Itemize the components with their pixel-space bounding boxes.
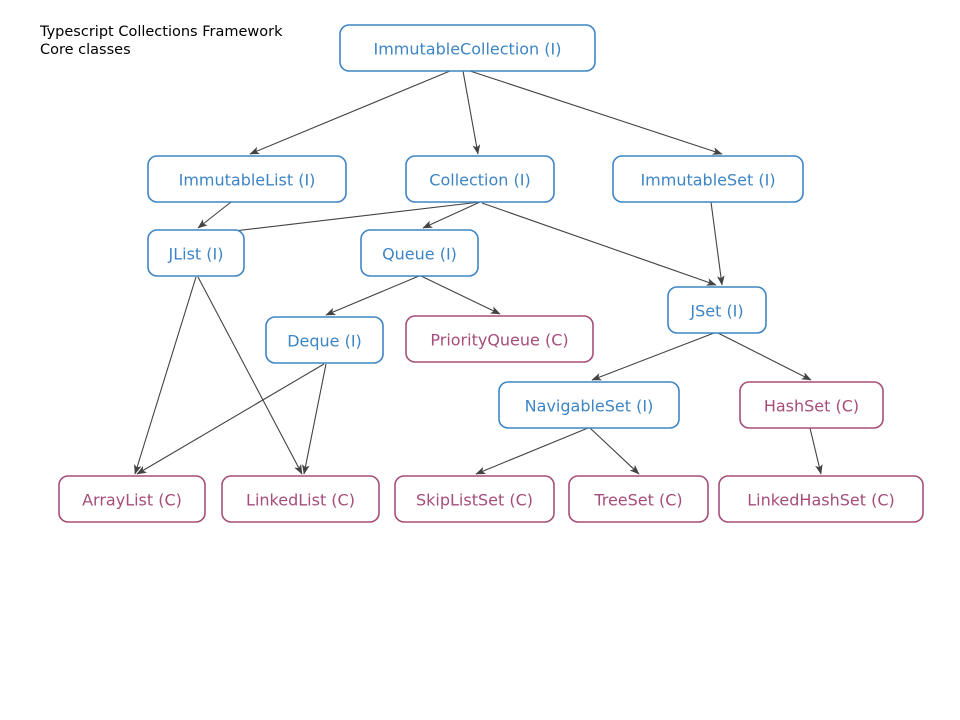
edge-queue-to-deque	[325, 275, 420, 316]
edge-immutablecollection-to-immutablelist	[249, 70, 451, 155]
node-label: LinkedList (C)	[246, 491, 355, 510]
node-label: PriorityQueue (C)	[430, 331, 568, 350]
edge-immutablelist-to-jlist	[197, 201, 232, 229]
node-linkedlist[interactable]: LinkedList (C)	[221, 475, 380, 523]
node-label: JList (I)	[168, 245, 224, 264]
edge-queue-to-priorityqueue	[420, 275, 501, 315]
node-label: SkipListSet (C)	[416, 491, 533, 510]
node-label: Queue (I)	[382, 245, 457, 264]
node-label: HashSet (C)	[764, 397, 859, 416]
class-diagram: ImmutableCollection (I) ImmutableList (I)…	[39, 24, 924, 523]
node-label: JSet (I)	[689, 302, 743, 321]
node-linkedhashset[interactable]: LinkedHashSet (C)	[718, 475, 924, 523]
node-priorityqueue[interactable]: PriorityQueue (C)	[405, 315, 594, 363]
nodes-layer: ImmutableCollection (I) ImmutableList (I)…	[58, 24, 924, 523]
node-arraylist[interactable]: ArrayList (C)	[58, 475, 206, 523]
node-hashset[interactable]: HashSet (C)	[739, 381, 884, 429]
node-label: ImmutableList (I)	[179, 171, 316, 190]
diagram-title-line-2: Core classes	[40, 42, 131, 58]
node-label: Deque (I)	[287, 332, 362, 351]
edge-navigableset-to-skiplistset	[475, 427, 589, 475]
edge-jlist-to-linkedlist	[197, 276, 303, 475]
node-collection[interactable]: Collection (I)	[405, 155, 555, 203]
node-immutablelist[interactable]: ImmutableList (I)	[147, 155, 347, 203]
node-immutableset[interactable]: ImmutableSet (I)	[612, 155, 804, 203]
edge-immutablecollection-to-collection	[462, 70, 481, 155]
node-queue[interactable]: Queue (I)	[360, 229, 479, 277]
node-treeset[interactable]: TreeSet (C)	[568, 475, 709, 523]
edge-immutablecollection-to-immutableset	[469, 70, 723, 155]
node-label: LinkedHashSet (C)	[747, 491, 895, 510]
node-jlist[interactable]: JList (I)	[147, 229, 245, 277]
node-deque[interactable]: Deque (I)	[265, 316, 384, 364]
edge-deque-to-linkedlist	[302, 363, 327, 475]
edge-jset-to-hashset	[717, 332, 812, 381]
diagram-canvas-root: ImmutableCollection (I) ImmutableList (I)…	[0, 0, 960, 720]
node-label: ArrayList (C)	[82, 491, 182, 510]
edge-navigableset-to-treeset	[589, 427, 640, 475]
edge-jset-to-navigableset	[591, 332, 715, 381]
diagram-title-line-1: Typescript Collections Framework	[39, 24, 283, 40]
edge-hashset-to-linkedhashset	[809, 427, 823, 475]
edge-immutableset-to-jset	[710, 201, 725, 286]
edge-collection-to-jset	[481, 202, 717, 286]
node-jset[interactable]: JSet (I)	[667, 286, 767, 334]
node-immutablecollection[interactable]: ImmutableCollection (I)	[339, 24, 596, 72]
node-navigableset[interactable]: NavigableSet (I)	[498, 381, 680, 429]
edge-deque-to-arraylist	[136, 363, 325, 475]
node-skiplistset[interactable]: SkipListSet (C)	[394, 475, 555, 523]
node-label: ImmutableCollection (I)	[374, 40, 562, 59]
node-label: Collection (I)	[429, 171, 530, 190]
node-label: ImmutableSet (I)	[640, 171, 775, 190]
node-label: TreeSet (C)	[593, 491, 682, 510]
node-label: NavigableSet (I)	[525, 397, 654, 416]
